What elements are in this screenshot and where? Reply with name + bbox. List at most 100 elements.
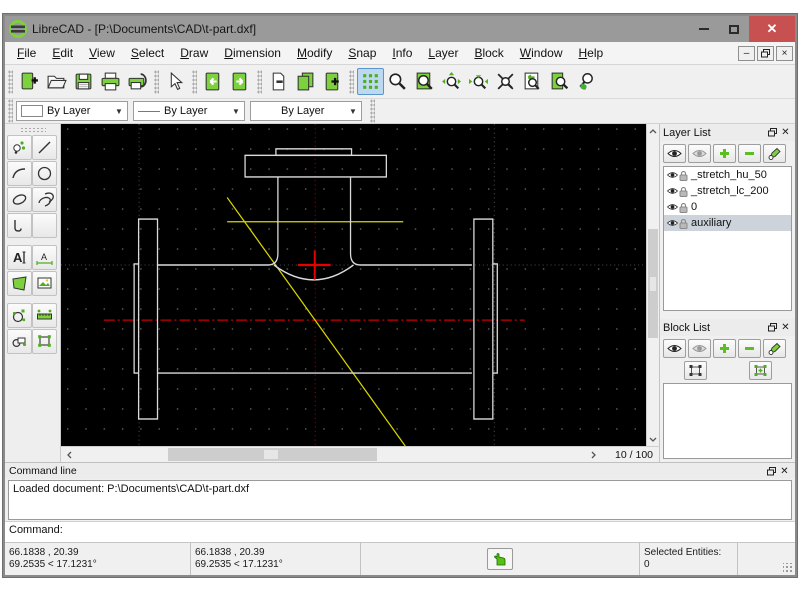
layer-visible-icon[interactable]: [666, 186, 679, 196]
layer-lock-icon[interactable]: [679, 202, 688, 213]
layer-visible-icon[interactable]: [666, 170, 679, 180]
mdi-restore-button[interactable]: [757, 46, 774, 61]
zoom-previous-button[interactable]: [519, 68, 546, 95]
print-preview-button[interactable]: [124, 68, 151, 95]
layer-lock-icon[interactable]: [679, 186, 688, 197]
circle-tool-button[interactable]: [32, 161, 57, 186]
mdi-minimize-button[interactable]: –: [738, 46, 755, 61]
menu-draw[interactable]: Draw: [172, 43, 216, 63]
close-panel-icon[interactable]: ✕: [778, 465, 791, 477]
horizontal-scrollbar[interactable]: [61, 447, 601, 462]
copy-button[interactable]: [292, 68, 319, 95]
remove-layer-button[interactable]: [738, 144, 761, 163]
toolbar-handle[interactable]: [8, 70, 13, 94]
menu-info[interactable]: Info: [384, 43, 420, 63]
insert-block-button[interactable]: [749, 361, 772, 380]
zoom-window-button[interactable]: [411, 68, 438, 95]
close-panel-icon[interactable]: ✕: [779, 322, 792, 334]
select-pointer-button[interactable]: [162, 68, 189, 95]
dimension-tool-button[interactable]: [32, 303, 57, 328]
menu-edit[interactable]: Edit: [44, 43, 81, 63]
add-block-button[interactable]: [713, 339, 736, 358]
title-bar[interactable]: LibreCAD - [P:\Documents\CAD\t-part.dxf]…: [5, 16, 795, 42]
grid-toggle-button[interactable]: [357, 68, 384, 95]
image-tool-button[interactable]: [32, 271, 57, 296]
show-all-layers-button[interactable]: [663, 144, 686, 163]
scroll-up-icon[interactable]: [647, 124, 659, 138]
hscroll-thumb[interactable]: [168, 448, 376, 461]
scroll-down-icon[interactable]: [647, 432, 659, 446]
zoom-in-button[interactable]: [384, 68, 411, 95]
layer-row-selected[interactable]: auxiliary: [664, 215, 791, 231]
zoom-page-button[interactable]: [546, 68, 573, 95]
menu-modify[interactable]: Modify: [289, 43, 340, 63]
menu-file[interactable]: File: [9, 43, 44, 63]
minimize-button[interactable]: [689, 16, 719, 42]
command-history[interactable]: Loaded document: P:\Documents\CAD\t-part…: [8, 480, 792, 520]
hide-all-layers-button[interactable]: [688, 144, 711, 163]
edit-layer-button[interactable]: [763, 144, 786, 163]
text-tool-button[interactable]: A: [7, 245, 32, 270]
linetype-combobox[interactable]: By Layer ▼: [250, 101, 362, 121]
edit-block-attributes-button[interactable]: [763, 339, 786, 358]
hatch-tool-button[interactable]: [7, 271, 32, 296]
menu-help[interactable]: Help: [570, 43, 611, 63]
palette-handle[interactable]: [20, 127, 46, 132]
spline-tool-button[interactable]: [32, 213, 57, 238]
show-all-blocks-button[interactable]: [663, 339, 686, 358]
mouse-hint-button[interactable]: [487, 548, 513, 570]
toolbar-handle[interactable]: [8, 99, 13, 123]
maximize-button[interactable]: [719, 16, 749, 42]
menu-select[interactable]: Select: [123, 43, 172, 63]
polyline-tool-button[interactable]: [7, 213, 32, 238]
toolbar-handle[interactable]: [154, 70, 159, 94]
paste-button[interactable]: [319, 68, 346, 95]
toolbar-handle[interactable]: [349, 70, 354, 94]
layer-row[interactable]: _stretch_hu_50: [664, 167, 791, 183]
vertical-scrollbar[interactable]: [646, 124, 659, 446]
mdi-close-button[interactable]: ×: [776, 46, 793, 61]
linewidth-combobox[interactable]: By Layer ▼: [133, 101, 245, 121]
float-panel-icon[interactable]: [766, 127, 779, 139]
layer-visible-icon[interactable]: [666, 218, 679, 228]
layer-visible-icon[interactable]: [666, 202, 679, 212]
arc-tool-button[interactable]: [7, 161, 32, 186]
close-button[interactable]: ✕: [749, 16, 795, 42]
redo-button[interactable]: [227, 68, 254, 95]
menu-layer[interactable]: Layer: [420, 43, 466, 63]
layer-list-titlebar[interactable]: Layer List ✕: [660, 124, 795, 141]
remove-block-button[interactable]: [738, 339, 761, 358]
ellipse-tool-button[interactable]: [7, 187, 32, 212]
layer-lock-icon[interactable]: [679, 170, 688, 181]
hide-all-blocks-button[interactable]: [688, 339, 711, 358]
block-tool-button[interactable]: [32, 329, 57, 354]
layer-lock-icon[interactable]: [679, 218, 688, 229]
zoom-pan-button[interactable]: [573, 68, 600, 95]
save-button[interactable]: [70, 68, 97, 95]
edit-block-button[interactable]: [684, 361, 707, 380]
menu-view[interactable]: View: [81, 43, 123, 63]
new-button[interactable]: [16, 68, 43, 95]
menu-dimension[interactable]: Dimension: [216, 43, 289, 63]
block-list-titlebar[interactable]: Block List ✕: [660, 319, 795, 336]
menu-snap[interactable]: Snap: [340, 43, 384, 63]
resize-grip[interactable]: [783, 563, 793, 573]
print-button[interactable]: [97, 68, 124, 95]
block-list[interactable]: [663, 383, 792, 459]
float-panel-icon[interactable]: [766, 322, 779, 334]
toolbar-handle[interactable]: [370, 99, 375, 123]
color-combobox[interactable]: By Layer ▼: [16, 101, 128, 121]
menu-block[interactable]: Block: [466, 43, 511, 63]
drawing-canvas[interactable]: [61, 124, 646, 446]
line-tool-button[interactable]: [32, 135, 57, 160]
command-input[interactable]: Command:: [5, 521, 795, 542]
ellipse-arc-tool-button[interactable]: [32, 187, 57, 212]
scroll-right-icon[interactable]: [585, 447, 601, 462]
vscroll-thumb[interactable]: [648, 229, 658, 338]
close-panel-icon[interactable]: ✕: [779, 127, 792, 139]
dim-text-tool-button[interactable]: A: [32, 245, 57, 270]
open-button[interactable]: [43, 68, 70, 95]
layer-row[interactable]: 0: [664, 199, 791, 215]
undo-button[interactable]: [200, 68, 227, 95]
scroll-left-icon[interactable]: [61, 447, 77, 462]
